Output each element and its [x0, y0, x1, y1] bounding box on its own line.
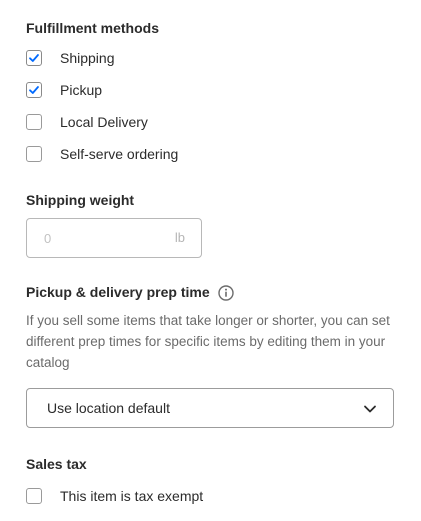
- fulfillment-option-local-delivery[interactable]: Local Delivery: [26, 113, 148, 131]
- shipping-weight-field[interactable]: lb: [26, 218, 202, 258]
- self-serve-ordering-label: Self-serve ordering: [60, 146, 179, 162]
- prep-time-select[interactable]: Use location default: [26, 388, 394, 428]
- self-serve-ordering-checkbox[interactable]: [26, 146, 42, 162]
- prep-time-selected-value: Use location default: [47, 400, 170, 416]
- shipping-weight-title: Shipping weight: [26, 192, 135, 208]
- checkmark-icon: [29, 86, 39, 94]
- shipping-weight-input[interactable]: [27, 219, 167, 257]
- tax-exempt-option[interactable]: This item is tax exempt: [26, 487, 203, 505]
- pickup-checkbox[interactable]: [26, 82, 42, 98]
- fulfillment-option-pickup[interactable]: Pickup: [26, 81, 102, 99]
- local-delivery-checkbox[interactable]: [26, 114, 42, 130]
- local-delivery-label: Local Delivery: [60, 114, 148, 130]
- prep-time-help-text: If you sell some items that take longer …: [26, 313, 390, 370]
- fulfillment-methods-title: Fulfillment methods: [26, 20, 159, 36]
- prep-time-title: Pickup & delivery prep time: [26, 284, 210, 300]
- shipping-label: Shipping: [60, 50, 115, 66]
- tax-exempt-checkbox[interactable]: [26, 488, 42, 504]
- fulfillment-option-shipping[interactable]: Shipping: [26, 49, 115, 67]
- sales-tax-title: Sales tax: [26, 456, 87, 472]
- tax-exempt-label: This item is tax exempt: [60, 488, 204, 504]
- pickup-label: Pickup: [60, 82, 103, 98]
- info-circle-icon[interactable]: [217, 284, 235, 302]
- fulfillment-option-self-serve[interactable]: Self-serve ordering: [26, 145, 178, 163]
- checkmark-icon: [29, 54, 39, 62]
- shipping-checkbox[interactable]: [26, 50, 42, 66]
- chevron-down-icon: [364, 405, 376, 413]
- weight-unit-label: lb: [174, 230, 185, 245]
